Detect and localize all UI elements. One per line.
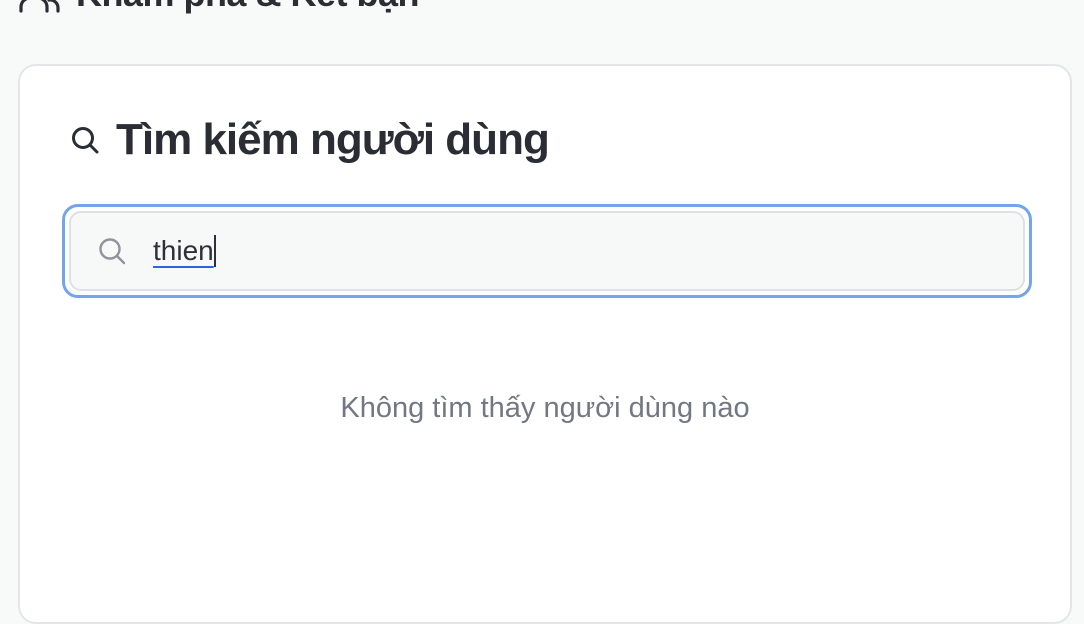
page-header: Khám phá & Kết bạn	[18, 0, 420, 14]
section-title-text: Tìm kiếm người dùng	[116, 115, 550, 164]
search-input-value[interactable]: thien	[153, 235, 214, 267]
search-input[interactable]: thien	[69, 211, 1025, 291]
search-card: Tìm kiếm người dùng thien Không tìm thấy…	[18, 64, 1072, 624]
text-caret	[213, 235, 216, 267]
empty-state-message: Không tìm thấy người dùng nào	[340, 392, 750, 424]
page-title: Khám phá & Kết bạn	[76, 0, 420, 14]
search-icon	[72, 127, 99, 154]
section-title: Tìm kiếm người dùng	[70, 112, 550, 168]
people-icon	[19, 0, 60, 13]
search-input-focus-ring[interactable]: thien	[62, 204, 1032, 298]
search-icon	[99, 238, 126, 265]
